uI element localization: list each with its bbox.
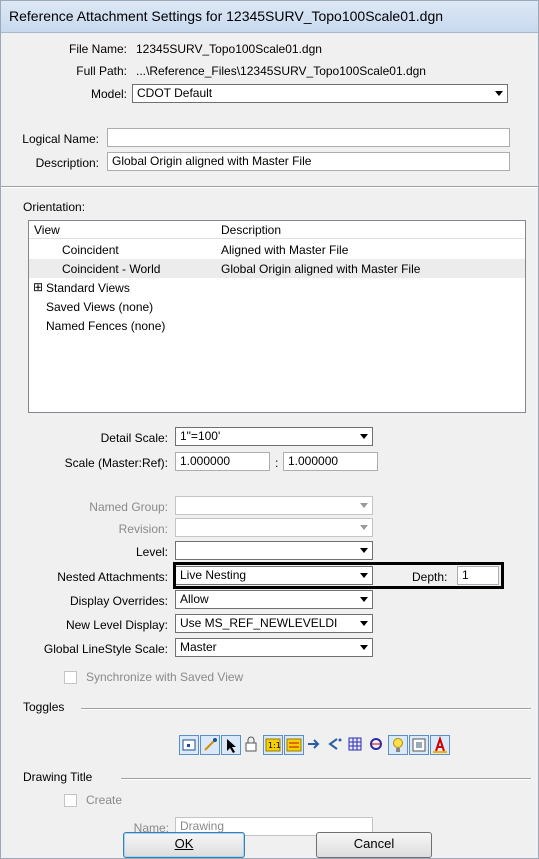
separator xyxy=(1,186,538,188)
row-view: Named Fences (none) xyxy=(46,319,166,333)
orientation-label: Orientation: xyxy=(23,200,86,214)
list-header: View Description xyxy=(29,221,525,239)
rotation-toggle-icon[interactable] xyxy=(325,735,345,755)
revision-dropdown[interactable] xyxy=(175,518,373,537)
reference-attachment-dialog: Reference Attachment Settings for 12345S… xyxy=(0,0,539,859)
nested-attachments-label: Nested Attachments: xyxy=(57,570,168,584)
revision-label: Revision: xyxy=(118,522,168,536)
clip-toggle-icon[interactable] xyxy=(346,735,366,755)
drawing-title-group-line xyxy=(121,778,531,780)
global-linestyle-scale-dropdown[interactable]: Master xyxy=(175,638,373,657)
chevron-down-icon xyxy=(360,548,368,553)
level-dropdown[interactable] xyxy=(175,541,373,560)
row-view: Standard Views xyxy=(46,281,130,295)
row-view: Coincident - World xyxy=(62,262,161,276)
new-level-display-dropdown[interactable]: Use MS_REF_NEWLEVELDI xyxy=(175,614,373,633)
chevron-down-icon xyxy=(495,91,503,96)
ignore-attachment-toggle-icon[interactable] xyxy=(284,735,304,755)
hidden-lines-toggle-icon[interactable] xyxy=(367,735,387,755)
model-dropdown[interactable]: CDOT Default xyxy=(132,84,508,103)
svg-text:1:1: 1:1 xyxy=(268,741,281,750)
list-item[interactable]: Named Fences (none) xyxy=(29,316,525,335)
lock-toggle-icon[interactable] xyxy=(242,735,262,755)
description-label: Description: xyxy=(35,156,99,170)
row-description: Global Origin aligned with Master File xyxy=(221,262,421,276)
column-header-view[interactable]: View xyxy=(34,223,60,237)
chevron-down-icon xyxy=(360,621,368,626)
orientation-list[interactable]: View Description Coincident Aligned with… xyxy=(28,220,526,413)
chevron-down-icon xyxy=(360,525,368,530)
row-view: Coincident xyxy=(62,243,119,257)
display-overrides-value: Allow xyxy=(180,592,209,606)
column-header-description[interactable]: Description xyxy=(221,223,281,237)
synchronize-label: Synchronize with Saved View xyxy=(86,670,244,684)
synchronize-checkbox[interactable] xyxy=(64,671,77,684)
cancel-button[interactable]: Cancel xyxy=(316,832,432,858)
create-label: Create xyxy=(86,793,123,807)
row-view: Saved Views (none) xyxy=(46,300,154,314)
file-name-label: File Name: xyxy=(68,42,127,56)
raster-toggle-icon[interactable] xyxy=(409,735,429,755)
full-path-label: Full Path: xyxy=(76,64,127,78)
row-description: Aligned with Master File xyxy=(221,243,349,257)
level-label: Level: xyxy=(135,545,168,559)
model-label: Model: xyxy=(90,87,127,101)
model-value: CDOT Default xyxy=(137,86,213,100)
detail-scale-dropdown[interactable]: 1"=100' xyxy=(175,427,373,446)
global-linestyle-scale-value: Master xyxy=(180,640,217,654)
snap-toggle-icon[interactable] xyxy=(200,735,220,755)
scale-label: Scale (Master:Ref): xyxy=(64,456,168,470)
chevron-down-icon xyxy=(360,597,368,602)
file-name-value: 12345SURV_Topo100Scale01.dgn xyxy=(136,42,322,56)
light-toggle-icon[interactable] xyxy=(388,735,408,755)
list-item[interactable]: Coincident Aligned with Master File xyxy=(29,240,525,259)
toggles-label: Toggles xyxy=(23,700,65,714)
ok-button[interactable]: OK xyxy=(123,832,245,858)
drawing-title-label: Drawing Title xyxy=(23,770,93,784)
display-toggle-icon[interactable] xyxy=(179,735,199,755)
ok-button-label: OK xyxy=(174,836,194,851)
new-level-display-value: Use MS_REF_NEWLEVELDI xyxy=(180,616,338,630)
named-group-label: Named Group: xyxy=(89,500,168,514)
scale-colon: : xyxy=(275,456,279,470)
treat-as-element-toggle-icon[interactable] xyxy=(305,735,325,755)
locate-toggle-icon[interactable] xyxy=(221,735,241,755)
create-checkbox[interactable] xyxy=(64,794,77,807)
display-overrides-label: Display Overrides: xyxy=(69,594,168,608)
named-group-dropdown[interactable] xyxy=(175,496,373,515)
expand-icon[interactable]: ⊞ xyxy=(33,280,43,294)
new-level-display-label: New Level Display: xyxy=(65,618,168,632)
full-path-value: ...\Reference_Files\12345SURV_Topo100Sca… xyxy=(136,64,426,78)
ref-scale-input[interactable]: 1.000000 xyxy=(283,452,378,471)
list-item[interactable]: Saved Views (none) xyxy=(29,297,525,316)
annotation-toggle-icon[interactable] xyxy=(430,735,450,755)
dialog-title: Reference Attachment Settings for 12345S… xyxy=(9,8,444,24)
description-input[interactable]: Global Origin aligned with Master File xyxy=(107,152,510,171)
chevron-down-icon xyxy=(360,503,368,508)
scale-lines-toggle-icon[interactable]: 1:1 xyxy=(263,735,283,755)
master-scale-input[interactable]: 1.000000 xyxy=(175,452,270,471)
logical-name-label: Logical Name: xyxy=(22,132,99,146)
chevron-down-icon xyxy=(360,434,368,439)
logical-name-input[interactable] xyxy=(107,128,510,147)
global-linestyle-scale-label: Global LineStyle Scale: xyxy=(43,642,168,656)
chevron-down-icon xyxy=(360,645,368,650)
toggles-group-line xyxy=(81,708,531,710)
detail-scale-label: Detail Scale: xyxy=(100,431,168,445)
title-bar: Reference Attachment Settings for 12345S… xyxy=(1,1,538,33)
detail-scale-value: 1"=100' xyxy=(180,429,221,443)
display-overrides-dropdown[interactable]: Allow xyxy=(175,590,373,609)
highlight-box xyxy=(173,562,504,589)
list-item[interactable]: ⊞ Standard Views xyxy=(29,278,525,297)
list-item-selected[interactable]: Coincident - World Global Origin aligned… xyxy=(29,259,525,278)
